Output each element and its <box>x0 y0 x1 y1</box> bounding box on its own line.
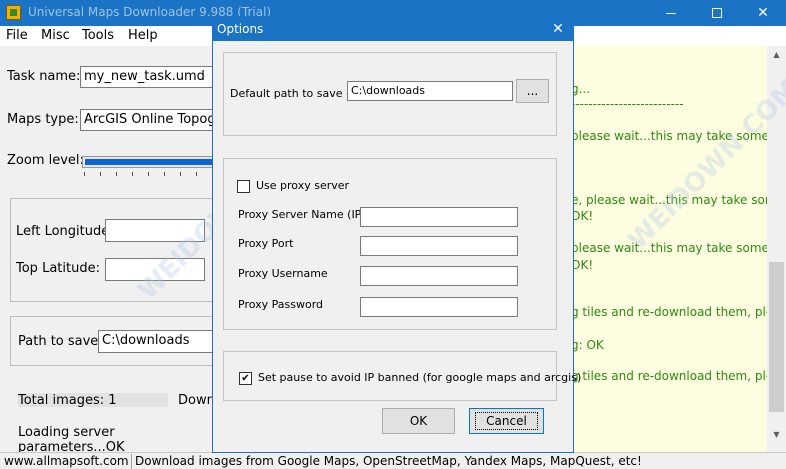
maps-type-label: Maps type: <box>7 112 79 127</box>
status-separator <box>131 454 132 469</box>
proxy-server-input[interactable] <box>360 207 518 227</box>
minimize-icon <box>666 12 676 14</box>
pause-checkbox[interactable]: ✔ <box>239 372 252 385</box>
path-to-save-label: Path to save: <box>18 334 103 349</box>
left-longitude-input[interactable] <box>105 219 205 242</box>
scroll-up-icon[interactable]: ▲ <box>767 46 786 62</box>
use-proxy-checkbox[interactable] <box>237 180 250 193</box>
proxy-server-label: Proxy Server Name (IP) <box>238 208 366 221</box>
coordinates-group <box>10 198 220 302</box>
cancel-button[interactable]: Cancel <box>469 408 544 434</box>
app-map-icon <box>6 5 21 20</box>
log-line: -------------------------- <box>571 97 684 111</box>
left-longitude-label: Left Longitude: <box>16 224 114 239</box>
proxy-port-input[interactable] <box>360 236 518 256</box>
log-line: g: OK <box>571 338 604 352</box>
menu-misc[interactable]: Misc <box>41 28 70 43</box>
close-icon: ✕ <box>757 5 769 21</box>
close-icon: ✕ <box>552 21 564 37</box>
log-line: please wait...this may take some time <box>571 241 767 255</box>
log-line: e, please wait...this may take some time <box>571 193 767 207</box>
cancel-button-label: Cancel <box>475 412 538 430</box>
task-name-input[interactable]: my_new_task.umd <box>80 66 214 88</box>
pause-label: Set pause to avoid IP banned (for google… <box>258 371 582 384</box>
log-scrollbar[interactable]: ▲ ▼ <box>767 46 786 452</box>
dialog-close-button[interactable]: ✕ <box>548 21 568 37</box>
close-button[interactable]: ✕ <box>740 0 786 26</box>
zoom-level-slider[interactable] <box>82 156 214 168</box>
log-line: please wait...this may take some time <box>571 129 767 143</box>
proxy-username-label: Proxy Username <box>238 267 328 280</box>
log-line: g tiles and re-download them, please <box>571 369 767 383</box>
use-proxy-label: Use proxy server <box>256 179 350 192</box>
menu-tools[interactable]: Tools <box>82 28 114 43</box>
log-panel: g... -------------------------- please w… <box>571 46 767 452</box>
log-line: OK! <box>571 258 594 272</box>
browse-button[interactable]: ... <box>516 79 549 103</box>
dialog-titlebar: Options ✕ <box>213 17 573 41</box>
maximize-button[interactable] <box>694 0 740 26</box>
dialog-title: Options <box>217 22 264 36</box>
default-path-input[interactable]: C:\downloads <box>347 81 513 101</box>
scroll-thumb[interactable] <box>769 262 784 412</box>
scroll-down-icon[interactable]: ▼ <box>767 426 786 442</box>
check-icon: ✔ <box>241 373 250 384</box>
options-dialog: Options ✕ Default path to save : C:\down… <box>212 16 581 453</box>
ok-button[interactable]: OK <box>382 408 455 434</box>
top-latitude-label: Top Latitude: <box>16 261 100 276</box>
proxy-password-label: Proxy Password <box>238 298 324 311</box>
status-website: www.allmapsoft.com <box>4 454 129 468</box>
minimize-button[interactable] <box>648 0 694 26</box>
proxy-port-label: Proxy Port <box>238 237 294 250</box>
log-line: g tiles and re-download them, please <box>571 305 767 319</box>
default-path-label: Default path to save : <box>230 87 350 100</box>
task-name-label: Task name: <box>7 69 81 84</box>
maps-type-select[interactable]: ArcGIS Online Topographic <box>80 109 214 131</box>
menu-help[interactable]: Help <box>128 28 158 43</box>
zoom-level-label: Zoom level: <box>7 153 84 168</box>
proxy-username-input[interactable] <box>360 266 518 286</box>
path-to-save-input[interactable]: C:\downloads <box>98 330 214 353</box>
log-line: OK! <box>571 209 594 223</box>
zoom-level-fill <box>85 159 213 165</box>
status-message: Download images from Google Maps, OpenSt… <box>135 454 642 468</box>
proxy-password-input[interactable] <box>360 297 518 317</box>
zoom-ticks <box>84 172 214 178</box>
menu-file[interactable]: File <box>6 28 28 43</box>
loading-status-text: Loading server parameters...OK <box>18 425 125 455</box>
task-panel: Task name: my_new_task.umd Maps type: Ar… <box>0 46 220 455</box>
status-bar: www.allmapsoft.com Download images from … <box>0 452 786 469</box>
total-images-text: Total images: 1 <box>18 393 117 408</box>
top-latitude-input[interactable] <box>105 258 205 281</box>
maximize-icon <box>712 8 722 18</box>
